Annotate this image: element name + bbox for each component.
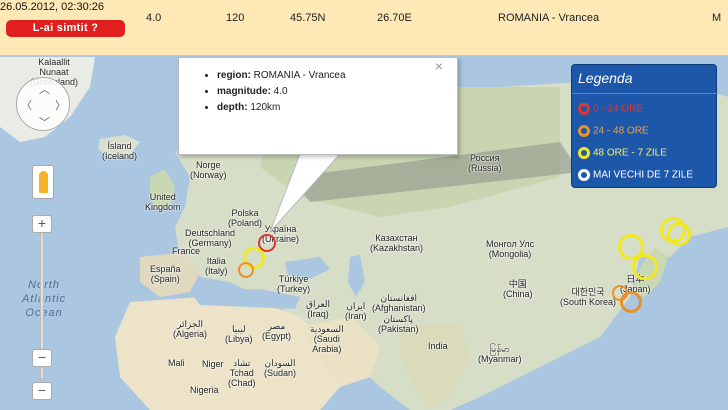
popup-depth-value: 120km <box>250 102 281 113</box>
latitude-cell: 45.75N <box>290 12 326 24</box>
legend-ring-icon <box>578 147 590 159</box>
legend-ring-icon <box>578 169 590 181</box>
depth-cell: 120 <box>226 12 245 24</box>
popup-depth-row: depth: 120km <box>217 100 346 116</box>
legend-item: MAI VECHI DE 7 ZILE <box>578 169 693 181</box>
close-icon[interactable]: × <box>435 58 443 74</box>
legend-panel: Legenda 0 - 24 ORE 24 - 48 ORE 48 ORE - … <box>571 64 718 188</box>
legend-item: 48 ORE - 7 ZILE <box>578 147 667 159</box>
popup-region-row: region: ROMANIA - Vrancea <box>217 68 346 84</box>
legend-ring-icon <box>578 103 590 115</box>
event-datetime: 26.05.2012, 02:30:26 <box>0 1 104 13</box>
earthquake-map[interactable]: Kalaallit Nunaat (Greenland) Ísland (Ice… <box>0 57 728 410</box>
popup-magnitude-value: 4.0 <box>273 86 288 97</box>
info-popup: region: ROMANIA - Vrancea magnitude: 4.0… <box>178 57 458 155</box>
map-link[interactable]: M <box>712 12 721 24</box>
region-cell: ROMANIA - Vrancea <box>498 12 600 24</box>
popup-magnitude-row: magnitude: 4.0 <box>217 84 346 100</box>
legend-title: Legenda <box>578 70 633 86</box>
popup-region-value: ROMANIA - Vrancea <box>253 70 346 81</box>
earthquake-row[interactable]: 26.05.2012, 02:30:26 L-ai simtit ? 4.0 1… <box>0 0 728 56</box>
legend-item: 24 - 48 ORE <box>578 125 649 137</box>
legend-item: 0 - 24 ORE <box>578 103 643 115</box>
longitude-cell: 26.70E <box>377 12 412 24</box>
legend-ring-icon <box>578 125 590 137</box>
legend-divider <box>572 93 718 94</box>
felt-it-button[interactable]: L-ai simtit ? <box>6 20 125 37</box>
magnitude-cell: 4.0 <box>146 12 162 24</box>
